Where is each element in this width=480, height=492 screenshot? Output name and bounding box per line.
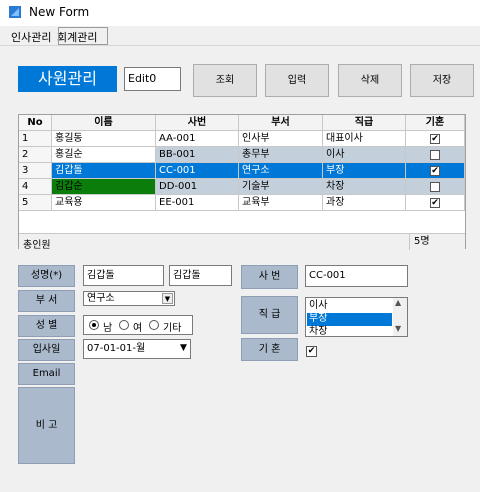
married-label: 기 혼 — [241, 338, 298, 361]
employee-grid[interactable]: No 이름 사번 부서 직급 기혼 1 홍길동 AA-001 인사부 대표이사 … — [18, 114, 466, 251]
scroll-down-icon[interactable]: ▼ — [395, 324, 401, 333]
row-dept[interactable]: 연구소 — [239, 163, 323, 179]
gender-radio-male[interactable] — [89, 320, 99, 330]
dept-label: 부 서 — [18, 290, 75, 312]
edit0-input[interactable]: Edit0 — [124, 67, 181, 91]
row-empno[interactable]: AA-001 — [156, 131, 239, 147]
row-married-checkbox[interactable]: ✔ — [430, 198, 440, 208]
gender-radio-group: 남 여 기타 — [83, 315, 193, 335]
rank-listbox[interactable]: 이사 부장 차장 ▲ ▼ — [305, 297, 408, 337]
input-button[interactable]: 입력 — [265, 64, 329, 97]
table-row[interactable]: 2 홍길순 BB-001 총무부 이사 — [19, 147, 465, 163]
gender-label: 성 별 — [18, 315, 75, 337]
menu-item-focus-frame — [58, 27, 108, 45]
row-no: 1 — [19, 131, 52, 147]
married-checkbox[interactable]: ✔ — [306, 346, 317, 357]
column-header-no[interactable]: No — [19, 115, 52, 131]
gender-radio-female[interactable] — [119, 320, 129, 330]
row-empno[interactable]: DD-001 — [156, 179, 239, 195]
row-name[interactable]: 교육용 — [52, 195, 156, 211]
footer-total-label: 총인원 — [23, 240, 51, 251]
grid-header-row: No 이름 사번 부서 직급 기혼 — [19, 115, 465, 131]
row-no: 5 — [19, 195, 52, 211]
rank-scrollbar[interactable]: ▲ ▼ — [393, 298, 407, 336]
row-rank[interactable]: 대표이사 — [323, 131, 406, 147]
row-married-checkbox[interactable] — [430, 182, 440, 192]
row-married-checkbox[interactable] — [430, 150, 440, 160]
chevron-down-icon[interactable]: ▼ — [162, 293, 173, 304]
name-secondary-field[interactable]: 김갑돌 — [169, 265, 232, 286]
column-header-empno[interactable]: 사번 — [156, 115, 239, 131]
search-button[interactable]: 조회 — [193, 64, 257, 97]
row-married-cell[interactable] — [406, 179, 465, 195]
row-dept[interactable]: 인사부 — [239, 131, 323, 147]
row-rank[interactable]: 이사 — [323, 147, 406, 163]
row-name[interactable]: 홍길동 — [52, 131, 156, 147]
row-married-cell[interactable]: ✔ — [406, 131, 465, 147]
menu-item-hr[interactable]: 인사관리 — [9, 29, 53, 45]
row-empno[interactable]: BB-001 — [156, 147, 239, 163]
row-married-checkbox[interactable]: ✔ — [430, 166, 440, 176]
table-row[interactable]: 4 김갑순 DD-001 기술부 차장 — [19, 179, 465, 195]
grid-footer: 총인원 5명 — [19, 233, 465, 251]
chevron-down-icon[interactable]: ▼ — [178, 343, 189, 354]
email-label: Email — [18, 363, 75, 385]
table-row[interactable]: 1 홍길동 AA-001 인사부 대표이사 ✔ — [19, 131, 465, 147]
row-name[interactable]: 홍길순 — [52, 147, 156, 163]
row-married-cell[interactable]: ✔ — [406, 195, 465, 211]
name-label: 성명(*) — [18, 265, 75, 287]
gender-option-label: 기타 — [163, 323, 182, 334]
row-no: 4 — [19, 179, 52, 195]
rank-list-item[interactable]: 차장 — [307, 326, 392, 336]
row-empno[interactable]: EE-001 — [156, 195, 239, 211]
row-married-cell[interactable] — [406, 147, 465, 163]
rank-label: 직 급 — [241, 296, 298, 334]
footer-total-count: 5명 — [409, 234, 465, 250]
gender-option-label: 남 — [103, 323, 113, 334]
title-bar: New Form — [0, 0, 480, 26]
row-rank[interactable]: 차장 — [323, 179, 406, 195]
scroll-up-icon[interactable]: ▲ — [395, 298, 401, 307]
name-field[interactable]: 김갑돌 — [83, 265, 164, 286]
row-married-cell[interactable]: ✔ — [406, 163, 465, 179]
memo-label: 비 고 — [18, 387, 75, 464]
hire-date-label: 입사일 — [18, 339, 75, 361]
column-header-name[interactable]: 이름 — [52, 115, 156, 131]
rank-list-item[interactable]: 이사 — [307, 300, 392, 313]
table-row[interactable]: 5 교육용 EE-001 교육부 과장 ✔ — [19, 195, 465, 211]
row-no: 2 — [19, 147, 52, 163]
row-rank[interactable]: 과장 — [323, 195, 406, 211]
column-header-dept[interactable]: 부서 — [239, 115, 323, 131]
dept-select-value: 연구소 — [87, 293, 115, 304]
table-row-selected[interactable]: 3 김갑돌 CC-001 연구소 부장 ✔ — [19, 163, 465, 179]
row-dept[interactable]: 총무부 — [239, 147, 323, 163]
employee-no-field[interactable]: CC-001 — [305, 265, 408, 287]
row-rank[interactable]: 부장 — [323, 163, 406, 179]
row-married-checkbox[interactable]: ✔ — [430, 134, 440, 144]
row-name[interactable]: 김갑순 — [52, 179, 156, 195]
delete-button[interactable]: 삭제 — [338, 64, 402, 97]
column-header-married[interactable]: 기혼 — [406, 115, 465, 131]
row-dept[interactable]: 기술부 — [239, 179, 323, 195]
hire-date-value: 07-01-01-월 — [87, 343, 146, 354]
column-header-rank[interactable]: 직급 — [323, 115, 406, 131]
page-title: 사원관리 — [18, 66, 117, 92]
row-dept[interactable]: 교육부 — [239, 195, 323, 211]
rank-list-item-selected[interactable]: 부장 — [307, 313, 392, 326]
save-button[interactable]: 저장 — [410, 64, 474, 97]
gender-option-label: 여 — [133, 323, 143, 334]
row-name[interactable]: 김갑돌 — [52, 163, 156, 179]
gender-radio-other[interactable] — [149, 320, 159, 330]
hire-date-picker[interactable]: 07-01-01-월 ▼ — [83, 339, 191, 359]
dept-select[interactable]: 연구소 ▼ — [83, 291, 175, 306]
app-form-icon — [9, 6, 21, 18]
row-empno[interactable]: CC-001 — [156, 163, 239, 179]
employee-no-label: 사 번 — [241, 265, 298, 289]
window-title: New Form — [29, 5, 90, 19]
row-no: 3 — [19, 163, 52, 179]
